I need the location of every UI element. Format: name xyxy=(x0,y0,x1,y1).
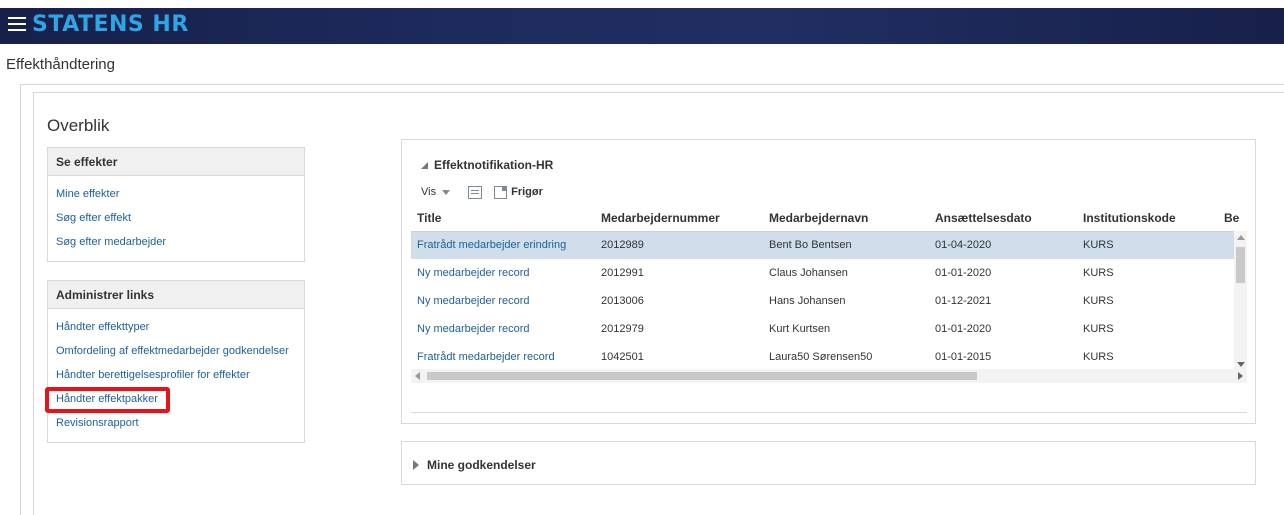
cell-date: 01-01-2015 xyxy=(935,351,992,363)
column-header-number[interactable]: Medarbejdernummer xyxy=(595,206,763,232)
cell-title[interactable]: Ny medarbejder record xyxy=(411,259,595,287)
column-header-truncated[interactable]: Be xyxy=(1218,206,1246,232)
se-effekter-panel: Se effekter Mine effekter Søg efter effe… xyxy=(47,147,305,262)
link-omfordeling-godkendelser[interactable]: Omfordeling af effektmedarbejder godkend… xyxy=(48,339,304,363)
table-row[interactable]: Fratrådt medarbejder record 1042501 Laura5… xyxy=(411,343,1246,371)
cell-institution: KURS xyxy=(1083,351,1114,363)
table-row[interactable]: Ny medarbejder record 2012991 Claus Johans… xyxy=(411,259,1246,287)
detach-icon[interactable] xyxy=(494,185,508,199)
cell-name: Claus Johansen xyxy=(769,267,848,279)
link-sog-efter-effekt[interactable]: Søg efter effekt xyxy=(48,206,304,230)
scroll-up-icon[interactable] xyxy=(1237,235,1245,240)
collapse-triangle-icon xyxy=(421,162,428,169)
scroll-right-icon[interactable] xyxy=(1238,372,1243,380)
notification-panel: Effektnotifikation-HR Vis Frigør Title M… xyxy=(401,139,1256,424)
cell-title[interactable]: Ny medarbejder record xyxy=(411,315,595,343)
filter-table-icon[interactable] xyxy=(468,185,483,199)
cell-title[interactable]: Fratrådt medarbejder record xyxy=(411,343,595,371)
column-header-name[interactable]: Medarbejdernavn xyxy=(763,206,929,232)
cell-institution: KURS xyxy=(1083,323,1114,335)
cell-name: Laura50 Sørensen50 xyxy=(769,351,873,363)
cell-name: Bent Bo Bentsen xyxy=(763,231,929,259)
column-header-title[interactable]: Title xyxy=(411,206,595,232)
overview-title: Overblik xyxy=(47,116,110,135)
cell-number: 1042501 xyxy=(601,351,644,363)
table-row[interactable]: Ny medarbejder record 2012979 Kurt Kurtsen… xyxy=(411,315,1246,343)
cell-number: 2013006 xyxy=(601,295,644,307)
scroll-down-icon[interactable] xyxy=(1237,362,1245,367)
notification-header[interactable]: Effektnotifikation-HR xyxy=(421,158,553,172)
se-effekter-header: Se effekter xyxy=(48,148,304,176)
divider xyxy=(411,412,1247,413)
vertical-scrollbar[interactable] xyxy=(1234,231,1247,371)
cell-title[interactable]: Ny medarbejder record xyxy=(411,287,595,315)
top-banner: STATENS HR xyxy=(0,8,1284,44)
link-mine-effekter[interactable]: Mine effekter xyxy=(48,182,304,206)
administrer-links-header: Administrer links xyxy=(48,281,304,309)
cell-date: 01-01-2020 xyxy=(935,323,992,335)
link-berettigelsesprofiler[interactable]: Håndter berettigelsesprofiler for effekt… xyxy=(48,363,304,387)
cell-institution: KURS xyxy=(1083,295,1114,307)
cell-name: Kurt Kurtsen xyxy=(769,323,831,335)
administrer-links-panel: Administrer links Håndter effekttyper Om… xyxy=(47,280,305,443)
table-row[interactable]: Fratrådt medarbejder erindring 2012989 Ben… xyxy=(411,231,1246,259)
page-title: Effekthåndtering xyxy=(6,56,115,73)
expand-triangle-icon xyxy=(413,460,419,470)
cell-institution: KURS xyxy=(1077,231,1218,259)
horizontal-scroll-thumb[interactable] xyxy=(427,372,977,380)
brand-logo: STATENS HR xyxy=(32,12,189,37)
approvals-panel[interactable]: Mine godkendelser xyxy=(401,441,1256,485)
cell-name: Hans Johansen xyxy=(769,295,846,307)
link-revisionsrapport[interactable]: Revisionsrapport xyxy=(48,411,304,435)
cell-number: 2012979 xyxy=(601,323,644,335)
view-menu[interactable]: Vis xyxy=(421,186,451,198)
cell-date: 01-12-2021 xyxy=(935,295,992,307)
cell-date: 01-04-2020 xyxy=(929,231,1077,259)
vertical-scroll-thumb[interactable] xyxy=(1236,247,1245,283)
cell-institution: KURS xyxy=(1083,267,1114,279)
cell-number: 2012991 xyxy=(601,267,644,279)
notification-table: Title Medarbejdernummer Medarbejdernavn … xyxy=(411,206,1246,371)
hamburger-menu-icon[interactable] xyxy=(8,17,26,35)
approvals-header[interactable]: Mine godkendelser xyxy=(413,458,536,472)
table-row[interactable]: Ny medarbejder record 2013006 Hans Johanse… xyxy=(411,287,1246,315)
link-sog-efter-medarbejder[interactable]: Søg efter medarbejder xyxy=(48,230,304,254)
cell-title[interactable]: Fratrådt medarbejder erindring xyxy=(411,231,595,259)
horizontal-scrollbar[interactable] xyxy=(411,369,1247,383)
link-handter-effekttyper[interactable]: Håndter effekttyper xyxy=(48,315,304,339)
table-toolbar: Vis Frigør xyxy=(421,183,543,201)
cell-date: 01-01-2020 xyxy=(935,267,992,279)
chevron-down-icon xyxy=(442,189,451,195)
scroll-left-icon[interactable] xyxy=(415,372,420,380)
column-header-institution[interactable]: Institutionskode xyxy=(1077,206,1218,232)
highlight-box xyxy=(45,387,170,413)
release-button[interactable]: Frigør xyxy=(511,186,543,198)
column-header-date[interactable]: Ansættelsesdato xyxy=(929,206,1077,232)
cell-number: 2012989 xyxy=(595,231,763,259)
